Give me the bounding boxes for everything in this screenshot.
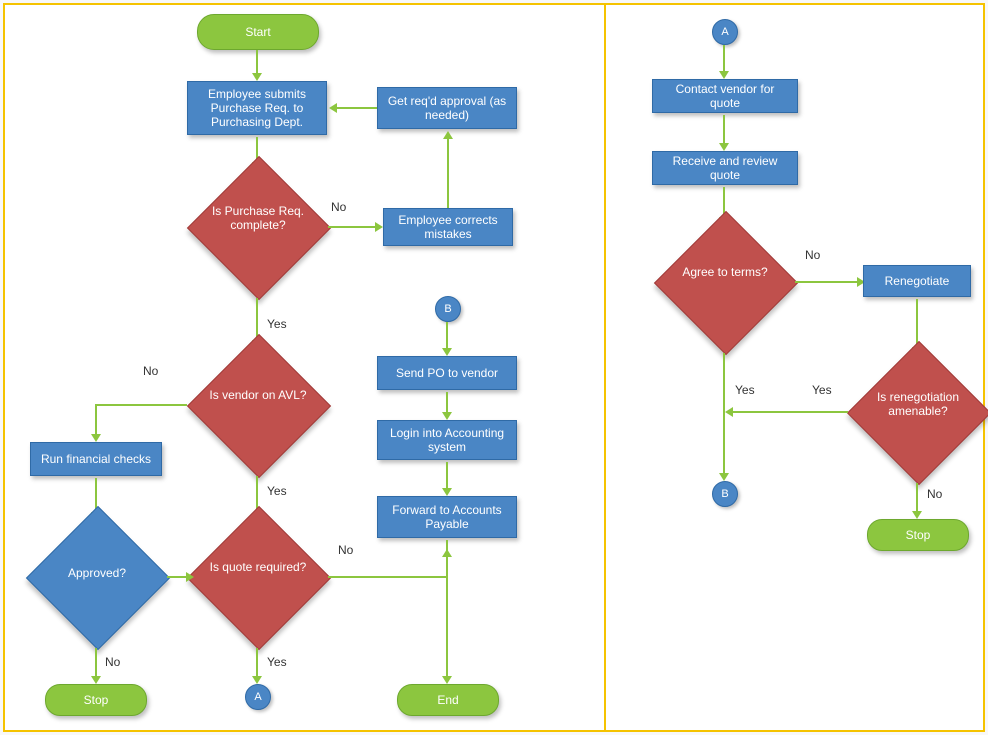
connector-a-in: A <box>712 19 738 45</box>
connector-b-out: B <box>712 481 738 507</box>
arrowhead <box>442 412 452 420</box>
renegotiate-process: Renegotiate <box>863 265 971 297</box>
send-po-label: Send PO to vendor <box>396 366 498 380</box>
submit-process: Employee submits Purchase Req. to Purcha… <box>187 81 327 135</box>
edge <box>256 648 258 678</box>
arrowhead <box>442 676 452 684</box>
edge-label-no: No <box>338 543 353 557</box>
corrects-process: Employee corrects mistakes <box>383 208 513 246</box>
arrowhead <box>186 572 194 582</box>
edge <box>446 322 448 350</box>
forward-process: Forward to Accounts Payable <box>377 496 517 538</box>
stop-terminator-right: Stop <box>867 519 969 551</box>
contact-vendor-process: Contact vendor for quote <box>652 79 798 113</box>
edge-label-no: No <box>805 248 820 262</box>
corrects-label: Employee corrects mistakes <box>390 213 506 241</box>
connector-b-in-label: B <box>444 303 451 315</box>
approved-decision <box>26 506 170 650</box>
arrowhead <box>725 407 733 417</box>
receive-quote-label: Receive and review quote <box>659 154 791 182</box>
edge <box>167 576 188 578</box>
start-terminator: Start <box>197 14 319 50</box>
edge <box>731 411 848 413</box>
arrowhead <box>719 71 729 79</box>
login-process: Login into Accounting system <box>377 420 517 460</box>
edge <box>916 483 918 513</box>
quote-required-decision <box>187 506 331 650</box>
end-terminator: End <box>397 684 499 716</box>
get-approval-process: Get req'd approval (as needed) <box>377 87 517 129</box>
edge <box>95 404 187 406</box>
arrowhead <box>442 488 452 496</box>
stop-label: Stop <box>84 693 109 707</box>
edge-label-no: No <box>331 200 346 214</box>
is-complete-decision <box>187 156 331 300</box>
arrowhead <box>912 511 922 519</box>
run-checks-label: Run financial checks <box>41 452 151 466</box>
arrowhead <box>329 103 337 113</box>
send-po-process: Send PO to vendor <box>377 356 517 390</box>
arrowhead <box>91 676 101 684</box>
stop-terminator-left: Stop <box>45 684 147 716</box>
receive-quote-process: Receive and review quote <box>652 151 798 185</box>
contact-vendor-label: Contact vendor for quote <box>659 82 791 110</box>
diagram-canvas: Start Employee submits Purchase Req. to … <box>3 3 985 732</box>
arrowhead <box>375 222 383 232</box>
connector-a-out-label: A <box>254 691 261 703</box>
edge <box>328 226 377 228</box>
edge <box>446 462 448 490</box>
edge <box>328 576 448 578</box>
arrowhead <box>719 473 729 481</box>
arrowhead <box>252 73 262 81</box>
pane-divider <box>604 5 606 730</box>
edge <box>447 137 449 208</box>
edge-label-yes: Yes <box>267 655 287 669</box>
edge-label-yes: Yes <box>267 317 287 331</box>
agree-terms-decision <box>654 211 798 355</box>
arrowhead <box>91 434 101 442</box>
edge-label-yes: Yes <box>812 383 832 397</box>
renegotiate-label: Renegotiate <box>885 274 950 288</box>
on-avl-decision <box>187 334 331 478</box>
end-label: End <box>437 693 458 707</box>
edge <box>446 540 448 678</box>
arrowhead <box>719 143 729 151</box>
edge <box>95 648 97 678</box>
edge <box>723 45 725 73</box>
amenable-decision <box>847 341 988 485</box>
connector-a-out: A <box>245 684 271 710</box>
arrowhead <box>252 676 262 684</box>
edge <box>795 281 859 283</box>
edge <box>723 115 725 145</box>
submit-label: Employee submits Purchase Req. to Purcha… <box>194 87 320 129</box>
arrowhead <box>442 348 452 356</box>
edge <box>95 404 97 436</box>
stop-label-right: Stop <box>906 528 931 542</box>
start-label: Start <box>245 25 270 39</box>
edge-label-no: No <box>927 487 942 501</box>
edge-label-yes: Yes <box>735 383 755 397</box>
arrowhead <box>443 131 453 139</box>
login-label: Login into Accounting system <box>384 426 510 454</box>
edge <box>335 107 377 109</box>
edge <box>256 50 258 75</box>
edge <box>446 392 448 414</box>
forward-label: Forward to Accounts Payable <box>384 503 510 531</box>
edge-label-yes: Yes <box>267 484 287 498</box>
connector-a-in-label: A <box>721 26 728 38</box>
edge-label-no: No <box>105 655 120 669</box>
edge-label-no: No <box>143 364 158 378</box>
connector-b-in: B <box>435 296 461 322</box>
get-approval-label: Get req'd approval (as needed) <box>384 94 510 122</box>
connector-b-out-label: B <box>721 488 728 500</box>
run-checks-process: Run financial checks <box>30 442 162 476</box>
